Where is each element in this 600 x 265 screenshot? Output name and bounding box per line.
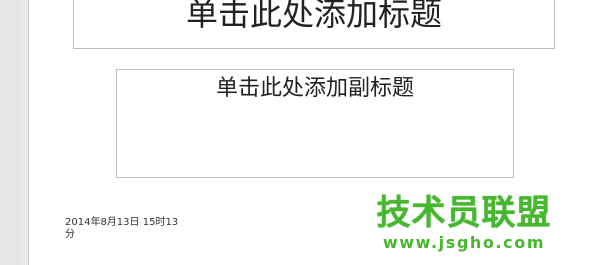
watermark-url: www.jsgho.com bbox=[382, 233, 546, 252]
subtitle-placeholder-text: 单击此处添加副标题 bbox=[215, 76, 414, 101]
watermark-logo: 技术员联盟 www.jsgho.com bbox=[369, 193, 559, 263]
subtitle-placeholder[interactable]: 单击此处添加副标题 bbox=[116, 69, 514, 178]
footer-date[interactable]: 2014年8月13日 15时13分 bbox=[65, 217, 185, 241]
thumbnail-pane-edge bbox=[0, 0, 20, 265]
title-placeholder-text: 单击此处添加标题 bbox=[185, 0, 442, 33]
watermark-brand: 技术员联盟 bbox=[376, 193, 552, 233]
title-placeholder[interactable]: 单击此处添加标题 bbox=[73, 0, 555, 49]
